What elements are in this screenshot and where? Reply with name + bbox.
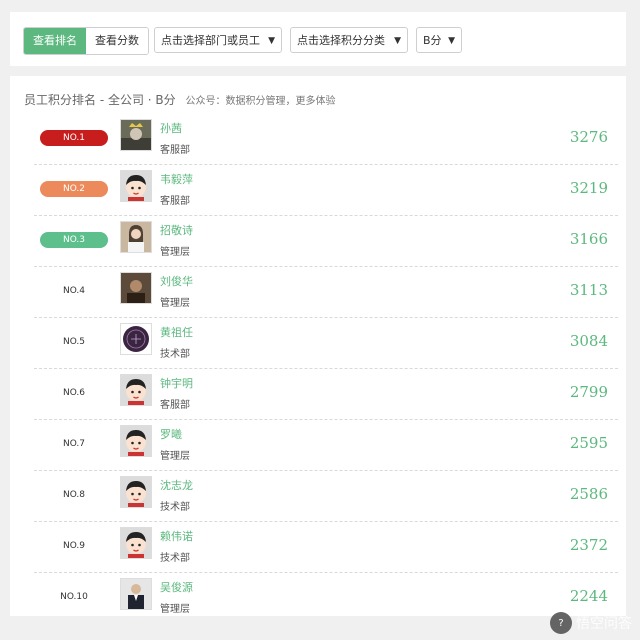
- avatar[interactable]: [120, 527, 152, 559]
- employee-name-link[interactable]: 孙茜: [160, 120, 182, 136]
- employee-department: 客服部: [160, 196, 190, 207]
- rank-badge: NO.4: [62, 286, 86, 296]
- ranking-title: 员工积分排名 - 全公司 · B分: [24, 93, 176, 107]
- department-select[interactable]: 点击选择部门或员工 ▼: [154, 27, 282, 53]
- employee-department: 技术部: [160, 553, 190, 564]
- employee-name-link[interactable]: 招敬诗: [160, 222, 193, 238]
- employee-score: 2799: [569, 383, 608, 401]
- avatar[interactable]: [120, 272, 152, 304]
- rank-badge: NO.10: [60, 592, 88, 602]
- chevron-down-icon: ▼: [268, 36, 275, 46]
- employee-name-link[interactable]: 沈志龙: [160, 477, 193, 493]
- avatar[interactable]: [120, 170, 152, 202]
- avatar[interactable]: [120, 425, 152, 457]
- employee-score: 3166: [569, 230, 608, 248]
- ranking-row[interactable]: NO.8 沈志龙技术部 2586: [34, 471, 618, 522]
- ranking-subtitle: 公众号：数据积分管理，更多体验: [185, 96, 336, 107]
- department-select-value: 点击选择部门或员工: [161, 34, 260, 47]
- rank-badge: NO.9: [62, 541, 86, 551]
- employee-score: 2586: [569, 485, 608, 503]
- rank-badge: NO.8: [62, 490, 86, 500]
- watermark-logo-icon: ?: [550, 612, 572, 634]
- avatar[interactable]: [120, 323, 152, 355]
- score-type-select[interactable]: B分 ▼: [416, 27, 462, 53]
- employee-name-link[interactable]: 赖伟诺: [160, 528, 193, 544]
- employee-name-link[interactable]: 韦毅萍: [160, 171, 193, 187]
- ranking-row[interactable]: NO.2 韦毅萍客服部 3219: [34, 165, 618, 216]
- ranking-row[interactable]: NO.10 吴俊源管理层 2244: [34, 573, 618, 616]
- employee-department: 管理层: [160, 451, 190, 462]
- employee-score: 3084: [569, 332, 608, 350]
- employee-department: 技术部: [160, 349, 190, 360]
- rank-badge: NO.6: [62, 388, 86, 398]
- watermark: ? 悟空问答: [550, 610, 632, 636]
- employee-name-link[interactable]: 吴俊源: [160, 579, 193, 595]
- ranking-row[interactable]: NO.1 孙茜客服部 3276: [34, 114, 618, 165]
- score-type-select-value: B分: [423, 34, 442, 47]
- avatar[interactable]: [120, 476, 152, 508]
- ranking-panel: 员工积分排名 - 全公司 · B分 公众号：数据积分管理，更多体验 NO.1 孙茜…: [10, 76, 626, 616]
- avatar[interactable]: [120, 119, 152, 151]
- watermark-text: 悟空问答: [576, 616, 632, 632]
- employee-department: 管理层: [160, 604, 190, 615]
- rank-badge: NO.2: [40, 181, 108, 197]
- avatar[interactable]: [120, 221, 152, 253]
- employee-score: 3219: [569, 179, 608, 197]
- employee-score: 3113: [569, 281, 608, 299]
- rank-badge: NO.1: [40, 130, 108, 146]
- employee-name-link[interactable]: 刘俊华: [160, 273, 193, 289]
- rank-badge: NO.7: [62, 439, 86, 449]
- ranking-row[interactable]: NO.3 招敬诗管理层 3166: [34, 216, 618, 267]
- employee-department: 管理层: [160, 247, 190, 258]
- employee-department: 技术部: [160, 502, 190, 513]
- category-select[interactable]: 点击选择积分分类 ▼: [290, 27, 408, 53]
- ranking-row[interactable]: NO.7 罗曦管理层 2595: [34, 420, 618, 471]
- ranking-row[interactable]: NO.9 赖伟诺技术部 2372: [34, 522, 618, 573]
- employee-name-link[interactable]: 黄祖任: [160, 324, 193, 340]
- panel-title: 员工积分排名 - 全公司 · B分 公众号：数据积分管理，更多体验: [24, 91, 335, 108]
- employee-name-link[interactable]: 钟宇明: [160, 375, 193, 391]
- employee-department: 客服部: [160, 145, 190, 156]
- view-rank-button[interactable]: 查看排名: [24, 28, 86, 54]
- employee-department: 管理层: [160, 298, 190, 309]
- avatar[interactable]: [120, 578, 152, 610]
- view-score-button[interactable]: 查看分数: [86, 28, 148, 54]
- ranking-row[interactable]: NO.4 刘俊华管理层 3113: [34, 267, 618, 318]
- employee-name-link[interactable]: 罗曦: [160, 426, 182, 442]
- filter-toolbar: 查看排名 查看分数 点击选择部门或员工 ▼ 点击选择积分分类 ▼ B分 ▼: [10, 12, 626, 66]
- employee-score: 3276: [569, 128, 608, 146]
- ranking-row[interactable]: NO.6 钟宇明客服部 2799: [34, 369, 618, 420]
- employee-score: 2244: [569, 587, 608, 605]
- category-select-value: 点击选择积分分类: [297, 34, 385, 47]
- chevron-down-icon: ▼: [394, 36, 401, 46]
- chevron-down-icon: ▼: [448, 36, 455, 46]
- ranking-row[interactable]: NO.5 黄祖任技术部 3084: [34, 318, 618, 369]
- employee-score: 2595: [569, 434, 608, 452]
- rank-badge: NO.3: [40, 232, 108, 248]
- employee-score: 2372: [569, 536, 608, 554]
- rank-badge: NO.5: [62, 337, 86, 347]
- employee-department: 客服部: [160, 400, 190, 411]
- view-toggle: 查看排名 查看分数: [23, 27, 149, 55]
- avatar[interactable]: [120, 374, 152, 406]
